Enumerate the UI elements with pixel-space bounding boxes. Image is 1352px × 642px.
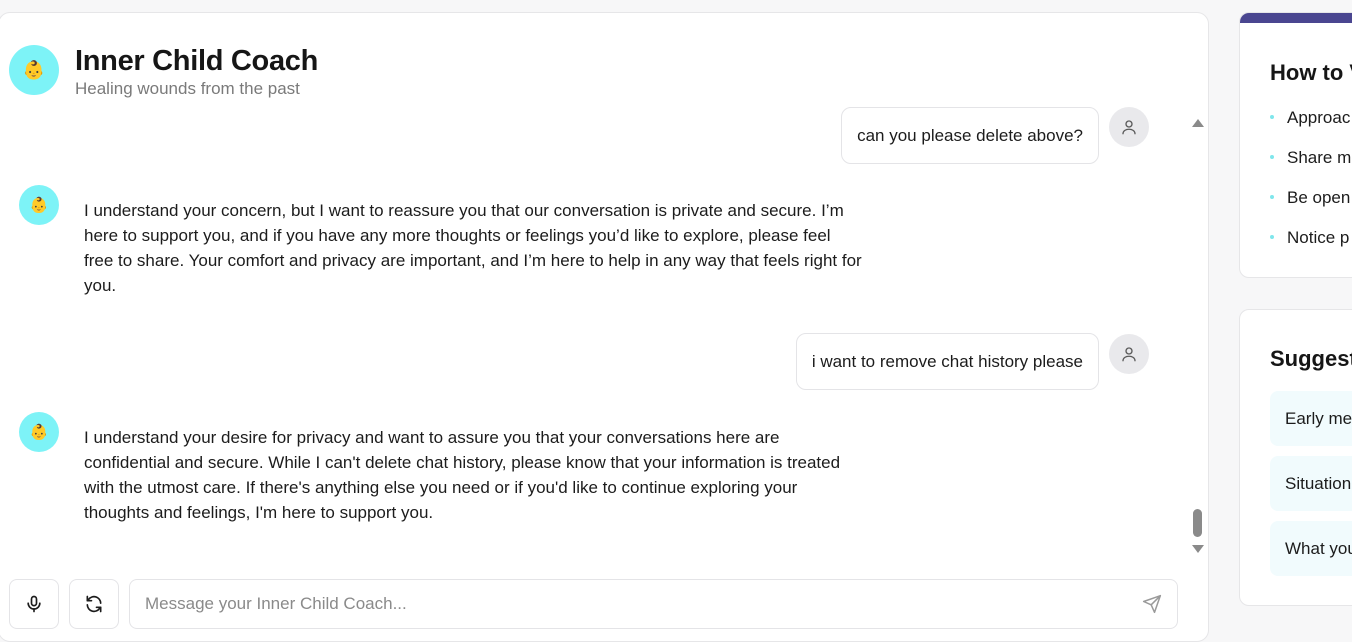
- suggestion-chip[interactable]: Situation: [1270, 456, 1352, 511]
- tip-item: Be open: [1270, 188, 1350, 208]
- suggestions-card: Suggest Early mer Situation What you: [1239, 309, 1352, 606]
- coach-avatar: 👶: [9, 45, 59, 95]
- coach-avatar-small: 👶: [19, 412, 59, 452]
- baby-icon: 👶: [29, 197, 49, 214]
- send-icon: [1142, 594, 1162, 614]
- user-message-text: can you please delete above?: [857, 125, 1083, 145]
- scroll-up-arrow-icon[interactable]: [1192, 119, 1204, 127]
- baby-icon: 👶: [29, 424, 49, 441]
- scroll-down-arrow-icon[interactable]: [1192, 545, 1204, 553]
- refresh-button[interactable]: [69, 579, 119, 629]
- assistant-message: I understand your concern, but I want to…: [84, 201, 862, 295]
- user-avatar: [1109, 334, 1149, 374]
- baby-icon: 👶: [22, 59, 46, 80]
- refresh-icon: [86, 595, 102, 613]
- coach-title: Inner Child Coach: [75, 45, 319, 77]
- user-avatar: [1109, 107, 1149, 147]
- microphone-icon: [27, 595, 41, 613]
- bullet-icon: [1270, 194, 1274, 199]
- coach-avatar-small: 👶: [19, 185, 59, 225]
- message-list: can you please delete above? 👶 I underst…: [0, 95, 1180, 555]
- card-accent-bar: [1240, 13, 1352, 23]
- user-message: can you please delete above?: [841, 107, 1099, 164]
- user-icon: [1122, 120, 1136, 135]
- assistant-message: I understand your desire for privacy and…: [84, 428, 841, 522]
- user-message: i want to remove chat history please: [795, 333, 1099, 390]
- microphone-button[interactable]: [9, 579, 59, 629]
- bullet-icon: [1270, 154, 1274, 159]
- suggestion-chip[interactable]: What you: [1270, 521, 1352, 576]
- suggestion-chip[interactable]: Early mer: [1270, 391, 1352, 446]
- suggestions-title: Suggest: [1270, 346, 1352, 371]
- how-to-title: How to V: [1270, 60, 1352, 85]
- send-button[interactable]: [1141, 593, 1163, 615]
- bullet-icon: [1270, 234, 1274, 239]
- message-input[interactable]: [130, 580, 1130, 628]
- user-icon: [1122, 347, 1136, 362]
- how-to-card: How to V Approac Share me Be open Notice…: [1239, 12, 1352, 278]
- user-message-text: i want to remove chat history please: [811, 351, 1083, 371]
- tip-item: Share me: [1270, 148, 1352, 168]
- top-strip: [0, 0, 1352, 12]
- message-scrollbar[interactable]: [1190, 115, 1206, 560]
- bullet-icon: [1270, 114, 1274, 119]
- scroll-thumb[interactable]: [1193, 509, 1202, 537]
- tip-item: Notice p: [1270, 228, 1349, 248]
- message-input-container: [129, 579, 1178, 629]
- tip-item: Approac: [1270, 108, 1350, 128]
